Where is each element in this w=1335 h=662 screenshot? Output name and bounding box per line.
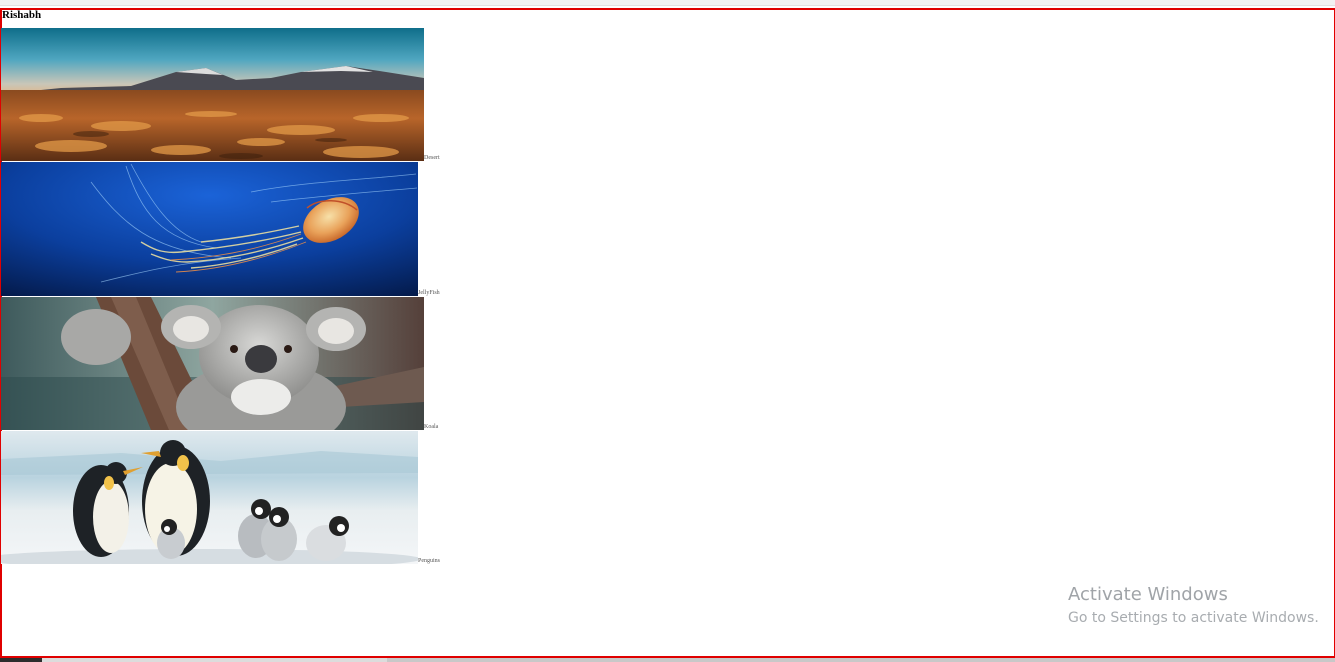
browser-top-strip bbox=[0, 0, 1335, 6]
taskbar-edge bbox=[0, 658, 1335, 662]
jellyfish-image[interactable] bbox=[1, 162, 418, 296]
watermark-title: Activate Windows bbox=[1068, 584, 1228, 605]
desert-caption: Desert bbox=[424, 155, 440, 161]
penguins-caption: Penguins bbox=[418, 558, 441, 564]
watermark-subtitle: Go to Settings to activate Windows. bbox=[1068, 610, 1319, 626]
page-heading: Rishabh bbox=[2, 9, 42, 21]
koala-caption: Koala bbox=[424, 424, 439, 430]
activate-windows-watermark: Activate Windows Go to Settings to activ… bbox=[1068, 584, 1319, 628]
koala-image[interactable] bbox=[1, 297, 424, 430]
penguins-image[interactable] bbox=[1, 431, 418, 564]
desert-image[interactable] bbox=[1, 28, 424, 161]
jellyfish-caption: JellyFish bbox=[418, 290, 440, 296]
